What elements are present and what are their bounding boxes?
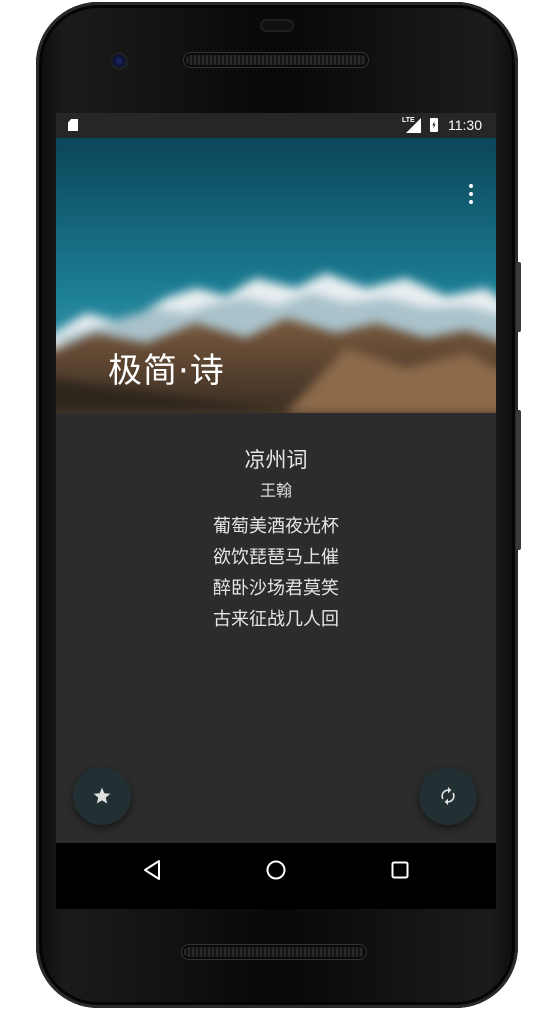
app-title: 极简·诗 [108,351,225,391]
refresh-icon [441,786,455,806]
sd-card-icon [68,119,78,131]
front-camera [110,52,128,70]
header-image: 极简·诗 [56,138,496,413]
triangle-back-icon[interactable] [142,859,162,881]
power-button [516,262,521,332]
screen: LTE 11:30 极简·诗 凉州词 王翰 葡萄美酒夜光杯 欲饮琵琶马上催 醉卧… [56,113,496,909]
poem-content: 凉州词 王翰 葡萄美酒夜光杯 欲饮琵琶马上催 醉卧沙场君莫笑 古来征战几人回 [56,413,496,843]
navigation-bar [56,843,496,909]
poem-line: 醉卧沙场君莫笑 [213,578,339,599]
battery-charging-icon [430,118,438,132]
network-type: LTE [402,117,415,124]
square-recents-icon[interactable] [391,861,409,879]
volume-button [516,410,521,550]
star-icon [93,787,111,804]
clock: 11:30 [448,117,482,133]
status-bar: LTE 11:30 [56,113,496,138]
poem: 凉州词 王翰 葡萄美酒夜光杯 欲饮琵琶马上催 醉卧沙场君莫笑 古来征战几人回 [56,445,496,635]
favorite-button[interactable] [73,767,131,825]
poem-line: 欲饮琵琶马上催 [213,547,339,568]
poem-line: 葡萄美酒夜光杯 [213,516,339,537]
bottom-speaker [184,947,364,957]
refresh-button[interactable] [419,767,477,825]
circle-home-icon[interactable] [265,859,287,881]
more-vert-icon[interactable] [465,182,477,206]
top-speaker [186,55,366,65]
proximity-sensor [262,21,292,30]
poem-title: 凉州词 [244,448,308,472]
poem-line: 古来征战几人回 [213,609,339,630]
poem-author: 王翰 [259,481,292,500]
